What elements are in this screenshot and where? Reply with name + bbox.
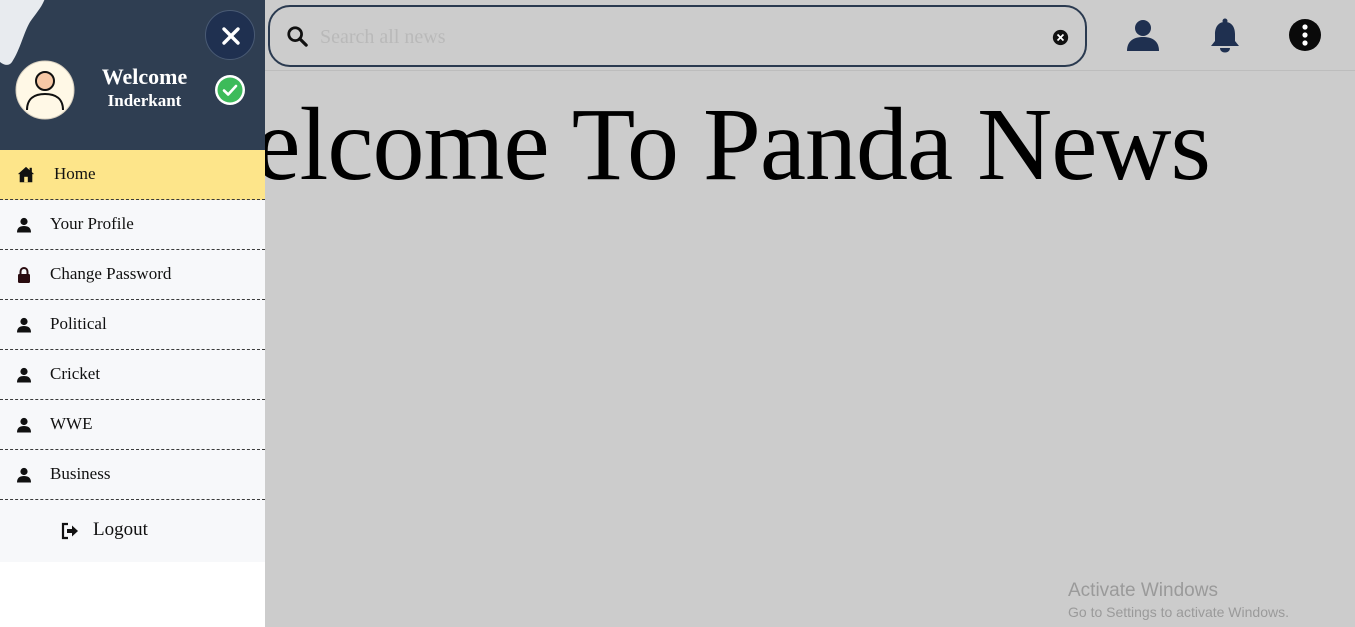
sidebar-item-business[interactable]: Business	[0, 450, 265, 500]
user-greeting: Welcome Inderkant	[97, 64, 192, 112]
sidebar-item-home[interactable]: Home	[0, 150, 265, 200]
sidebar-item-label: Business	[50, 464, 111, 483]
sidebar-item-wwe[interactable]: WWE	[0, 400, 265, 450]
sidebar: Welcome Inderkant Home Your Profile Chan…	[0, 0, 265, 627]
sidebar-item-label: Political	[50, 314, 107, 333]
bell-icon[interactable]	[1207, 17, 1243, 53]
user-icon	[17, 417, 31, 433]
search-icon[interactable]	[286, 25, 308, 47]
welcome-text: Welcome	[101, 64, 188, 89]
search-bar[interactable]	[268, 5, 1087, 67]
sidebar-item-your-profile[interactable]: Your Profile	[0, 200, 265, 250]
sign-out-icon	[61, 522, 78, 540]
user-icon	[17, 467, 31, 483]
sidebar-item-cricket[interactable]: Cricket	[0, 350, 265, 400]
user-icon	[17, 217, 31, 233]
sidebar-item-change-password[interactable]: Change Password	[0, 250, 265, 300]
home-icon	[17, 166, 35, 183]
sidebar-item-label: WWE	[50, 414, 93, 433]
verified-badge-icon	[215, 75, 245, 105]
close-icon	[222, 27, 240, 45]
sidebar-item-label: Cricket	[50, 364, 101, 383]
watermark-title: Activate Windows	[1068, 580, 1218, 601]
sidebar-item-label: Your Profile	[50, 214, 134, 233]
search-input[interactable]	[320, 19, 1020, 55]
profile-icon[interactable]	[1125, 17, 1161, 53]
watermark-subtitle: Go to Settings to activate Windows.	[1068, 604, 1289, 620]
sidebar-item-label: Home	[54, 164, 96, 183]
user-icon	[17, 367, 31, 383]
sidebar-item-label: Change Password	[50, 264, 172, 283]
logout-button[interactable]: Logout	[0, 500, 265, 562]
user-name: Inderkant	[107, 91, 182, 110]
close-sidebar-button[interactable]	[205, 10, 255, 60]
lock-icon	[18, 267, 30, 283]
more-options-icon[interactable]	[1287, 17, 1323, 53]
windows-activation-watermark: Activate Windows Go to Settings to activ…	[1068, 580, 1289, 620]
sidebar-menu: Home Your Profile Change Password Politi…	[0, 150, 265, 562]
clear-search-icon[interactable]	[1052, 29, 1069, 46]
sidebar-item-political[interactable]: Political	[0, 300, 265, 350]
user-icon	[17, 317, 31, 333]
decorative-blob	[0, 0, 45, 65]
sidebar-header: Welcome Inderkant	[0, 0, 265, 150]
logout-label: Logout	[93, 519, 148, 540]
avatar[interactable]	[15, 60, 75, 120]
